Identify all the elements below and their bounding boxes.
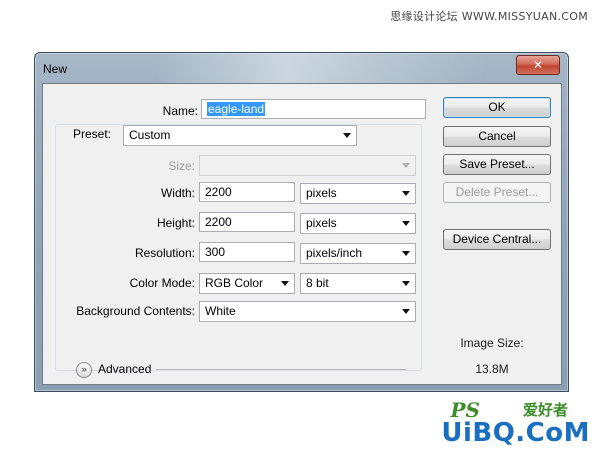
resolution-unit-select[interactable]: pixels/inch: [300, 243, 416, 264]
height-input[interactable]: 2200: [199, 212, 295, 232]
background-contents-value: White: [205, 304, 236, 318]
dialog-title: New: [43, 62, 68, 76]
watermark-logo-cn: 爱好者: [522, 401, 568, 419]
width-input[interactable]: 2200: [199, 182, 295, 202]
device-central-button[interactable]: Device Central...: [443, 229, 551, 250]
size-select[interactable]: [199, 155, 416, 176]
save-preset-button[interactable]: Save Preset...: [443, 154, 551, 175]
bit-depth-value: 8 bit: [306, 276, 329, 290]
resolution-label: Resolution:: [134, 246, 195, 260]
new-document-dialog: New ✕ Name: eagle-land Preset: Custom Si…: [34, 52, 569, 392]
chevron-down-icon: [402, 221, 410, 226]
expand-toggle-icon[interactable]: »: [76, 362, 92, 378]
chevron-down-icon: [402, 191, 410, 196]
chevron-down-icon: [402, 281, 410, 286]
background-contents-label: Background Contents:: [76, 304, 195, 318]
preset-label: Preset:: [65, 127, 125, 141]
color-mode-select[interactable]: RGB Color: [199, 273, 295, 294]
chevron-down-icon: [402, 251, 410, 256]
title-bar[interactable]: New ✕: [35, 53, 568, 83]
height-label: Height:: [156, 216, 195, 230]
name-input[interactable]: eagle-land: [201, 99, 426, 119]
resolution-unit-value: pixels/inch: [306, 246, 363, 260]
close-button[interactable]: ✕: [516, 55, 560, 75]
preset-select[interactable]: Custom: [123, 125, 357, 146]
watermark-top-text: 思缘设计论坛 WWW.MISSYUAN.COM: [390, 10, 588, 23]
height-unit-value: pixels: [306, 216, 337, 230]
cancel-button[interactable]: Cancel: [443, 126, 551, 147]
resolution-input[interactable]: 300: [199, 242, 295, 262]
image-size-label: Image Size:: [460, 336, 524, 350]
image-size-value: 13.8M: [475, 362, 509, 376]
name-input-value: eagle-land: [207, 102, 266, 116]
background-contents-select[interactable]: White: [199, 301, 416, 322]
chevron-down-icon: [402, 163, 410, 168]
color-mode-label: Color Mode:: [129, 276, 195, 290]
bit-depth-select[interactable]: 8 bit: [300, 273, 416, 294]
close-icon: ✕: [532, 58, 544, 72]
dialog-body: Name: eagle-land Preset: Custom Size: Wi…: [42, 83, 562, 385]
color-mode-value: RGB Color: [205, 276, 264, 290]
width-unit-select[interactable]: pixels: [300, 183, 416, 204]
chevron-down-icon: [281, 281, 289, 286]
advanced-divider: [156, 369, 406, 370]
name-label: Name:: [162, 104, 198, 118]
size-label: Size:: [168, 159, 195, 173]
chevron-down-icon: [343, 133, 351, 138]
delete-preset-button[interactable]: Delete Preset...: [443, 182, 551, 203]
ok-button[interactable]: OK: [443, 97, 551, 118]
watermark-logo-site: UiBQ.CoM: [441, 418, 590, 448]
chevron-down-icon: [402, 309, 410, 314]
advanced-label[interactable]: Advanced: [98, 362, 151, 376]
preset-select-value: Custom: [129, 128, 171, 142]
height-unit-select[interactable]: pixels: [300, 213, 416, 234]
width-unit-value: pixels: [306, 186, 337, 200]
width-label: Width:: [160, 186, 195, 200]
